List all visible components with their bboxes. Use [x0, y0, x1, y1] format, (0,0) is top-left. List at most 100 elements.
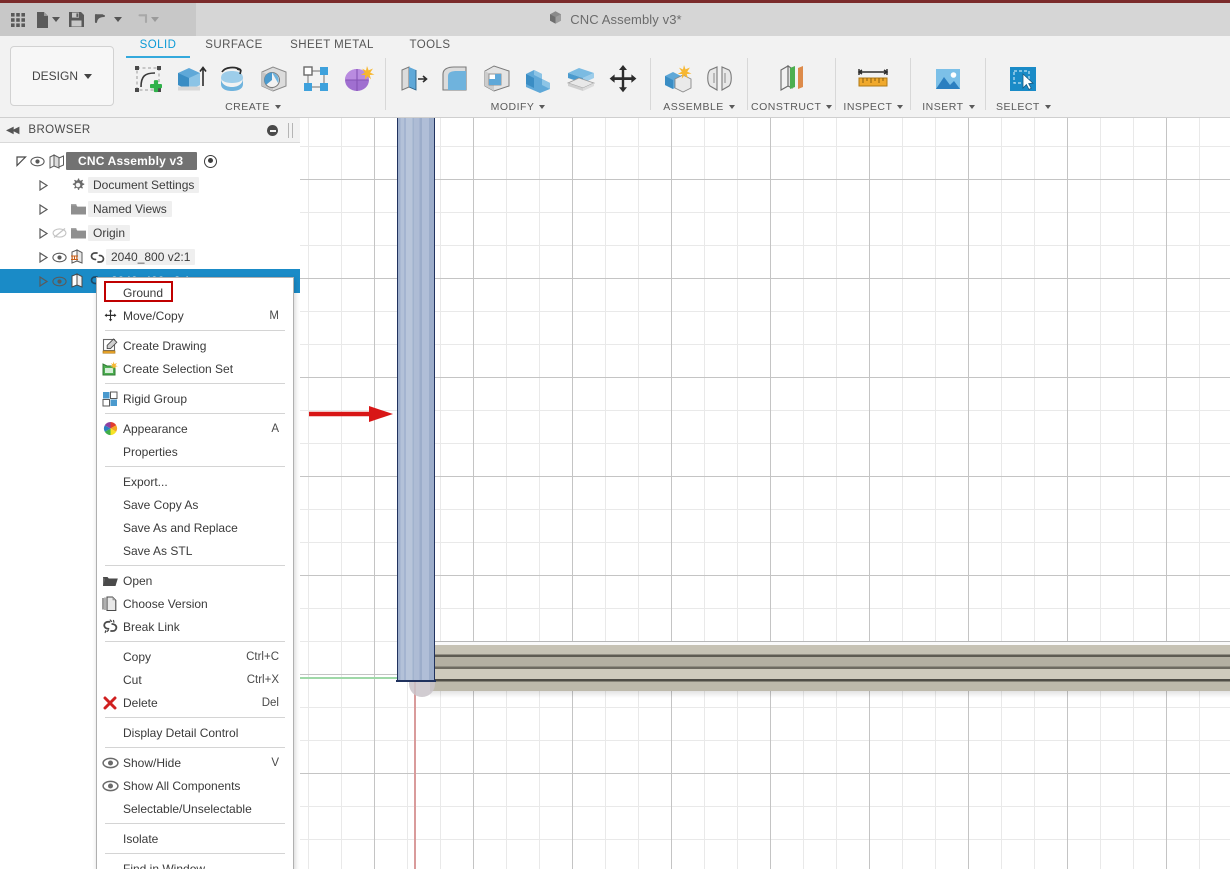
panel-divider: [385, 58, 386, 110]
menu-item-selectable-unselectable[interactable]: Selectable/Unselectable: [97, 797, 293, 820]
undo-icon[interactable]: [90, 7, 125, 33]
chevron-down-icon[interactable]: [897, 105, 904, 109]
press-pull-icon[interactable]: [393, 59, 433, 99]
eye-hidden-icon[interactable]: [50, 227, 68, 239]
menu-item-ground[interactable]: Ground: [97, 281, 293, 304]
eye-icon[interactable]: [50, 252, 68, 263]
create-sketch-icon[interactable]: [128, 59, 168, 99]
chevron-down-icon[interactable]: [826, 105, 833, 109]
save-icon[interactable]: [65, 7, 88, 33]
move-copy-icon[interactable]: [603, 59, 643, 99]
menu-item-show-all-components[interactable]: Show All Components: [97, 774, 293, 797]
document-title-text: CNC Assembly v3*: [570, 12, 682, 27]
offset-face-icon[interactable]: [561, 59, 601, 99]
collapse-all-icon[interactable]: [267, 125, 278, 136]
twisty-expanded-icon[interactable]: [14, 154, 28, 168]
tab-surface[interactable]: SURFACE: [190, 36, 278, 56]
component-icon: [68, 273, 88, 289]
panel-inspect-label[interactable]: INSPECT: [843, 101, 904, 113]
new-file-icon[interactable]: [32, 7, 63, 33]
shell-icon[interactable]: [477, 59, 517, 99]
menu-item-create-selection-set[interactable]: Create Selection Set: [97, 357, 293, 380]
tree-row-document-settings[interactable]: Document Settings: [0, 173, 300, 197]
new-component-icon[interactable]: [658, 59, 698, 99]
revolve-icon[interactable]: [212, 59, 252, 99]
twisty-collapsed-icon[interactable]: [36, 274, 50, 288]
panel-assemble-label[interactable]: ASSEMBLE: [663, 101, 735, 113]
extrude-icon[interactable]: [170, 59, 210, 99]
chevron-down-icon[interactable]: [274, 105, 281, 109]
tab-tools[interactable]: TOOLS: [386, 36, 474, 56]
menu-item-appearance[interactable]: Appearance A: [97, 417, 293, 440]
eye-icon[interactable]: [50, 276, 68, 287]
form-icon[interactable]: [338, 59, 378, 99]
pattern-icon[interactable]: [296, 59, 336, 99]
eye-icon[interactable]: [28, 156, 46, 167]
menu-item-save-as-stl[interactable]: Save As STL: [97, 539, 293, 562]
menu-item-create-drawing[interactable]: Create Drawing: [97, 334, 293, 357]
menu-item-rigid-group[interactable]: Rigid Group: [97, 387, 293, 410]
tree-label: Origin: [88, 225, 131, 241]
sweep-icon[interactable]: [254, 59, 294, 99]
menu-item-save-as-and-replace[interactable]: Save As and Replace: [97, 516, 293, 539]
menu-item-display-detail-control[interactable]: Display Detail Control: [97, 721, 293, 744]
select-window-icon[interactable]: [1003, 59, 1043, 99]
insert-image-icon[interactable]: [928, 59, 968, 99]
chevron-down-icon[interactable]: [1044, 105, 1051, 109]
tree-row-2040-800[interactable]: 2040_800 v2:1: [0, 245, 300, 269]
offset-plane-icon[interactable]: [772, 59, 812, 99]
app-grid-icon[interactable]: [6, 7, 30, 33]
panel-resize-grip[interactable]: [288, 123, 293, 138]
double-chevron-left-icon[interactable]: ◀◀: [6, 125, 19, 136]
panel-construct-label[interactable]: CONSTRUCT: [751, 101, 833, 113]
panel-modify-label[interactable]: MODIFY: [491, 101, 546, 113]
tree-row-cnc-assembly[interactable]: CNC Assembly v3: [0, 149, 300, 173]
workspace-switcher-button[interactable]: DESIGN: [10, 46, 114, 106]
menu-item-choose-version[interactable]: Choose Version: [97, 592, 293, 615]
redo-dropdown-caret[interactable]: [151, 17, 159, 22]
menu-item-properties[interactable]: Properties: [97, 440, 293, 463]
twisty-collapsed-icon[interactable]: [36, 226, 50, 240]
chevron-down-icon[interactable]: [728, 105, 735, 109]
chevron-down-icon[interactable]: [539, 105, 546, 109]
panel-divider: [650, 58, 651, 110]
panel-inspect: INSPECT: [839, 58, 907, 116]
twisty-collapsed-icon[interactable]: [36, 202, 50, 216]
new-file-dropdown-caret[interactable]: [52, 17, 60, 22]
activate-component-radio[interactable]: [204, 154, 218, 168]
tree-row-named-views[interactable]: Named Views: [0, 197, 300, 221]
panel-select-label[interactable]: SELECT: [996, 101, 1051, 113]
menu-item-break-link[interactable]: Break Link: [97, 615, 293, 638]
menu-item-delete[interactable]: Delete Del: [97, 691, 293, 714]
menu-item-export[interactable]: Export...: [97, 470, 293, 493]
panel-divider: [835, 58, 837, 110]
tab-sheet-metal[interactable]: SHEET METAL: [278, 36, 386, 56]
menu-item-find-in-window[interactable]: Find in Window: [97, 857, 293, 869]
menu-item-copy[interactable]: Copy Ctrl+C: [97, 645, 293, 668]
menu-item-show-hide[interactable]: Show/Hide V: [97, 751, 293, 774]
menu-item-isolate[interactable]: Isolate: [97, 827, 293, 850]
component-grounded-icon: [68, 249, 88, 265]
menu-item-cut[interactable]: Cut Ctrl+X: [97, 668, 293, 691]
menu-item-save-copy-as[interactable]: Save Copy As: [97, 493, 293, 516]
chevron-down-icon[interactable]: [968, 105, 975, 109]
twisty-collapsed-icon[interactable]: [36, 250, 50, 264]
menu-separator: [105, 747, 285, 748]
menu-item-move-copy[interactable]: Move/Copy M: [97, 304, 293, 327]
vertical-extrusion-body[interactable]: [396, 118, 436, 682]
menu-item-open[interactable]: Open: [97, 569, 293, 592]
fillet-icon[interactable]: [435, 59, 475, 99]
panel-insert-label[interactable]: INSERT: [922, 101, 975, 113]
undo-dropdown-caret[interactable]: [114, 17, 122, 22]
horizontal-extrusion-body[interactable]: [430, 641, 1230, 691]
viewport-3d[interactable]: [300, 118, 1230, 869]
combine-icon[interactable]: [519, 59, 559, 99]
measure-icon[interactable]: [853, 59, 893, 99]
twisty-collapsed-icon[interactable]: [36, 178, 50, 192]
redo-icon[interactable]: [127, 7, 162, 33]
tree-row-origin[interactable]: Origin: [0, 221, 300, 245]
joint-icon[interactable]: [700, 59, 740, 99]
tab-solid[interactable]: SOLID: [126, 36, 190, 58]
panel-create-label[interactable]: CREATE: [225, 101, 281, 113]
workspace-dropdown-caret[interactable]: [84, 73, 92, 79]
